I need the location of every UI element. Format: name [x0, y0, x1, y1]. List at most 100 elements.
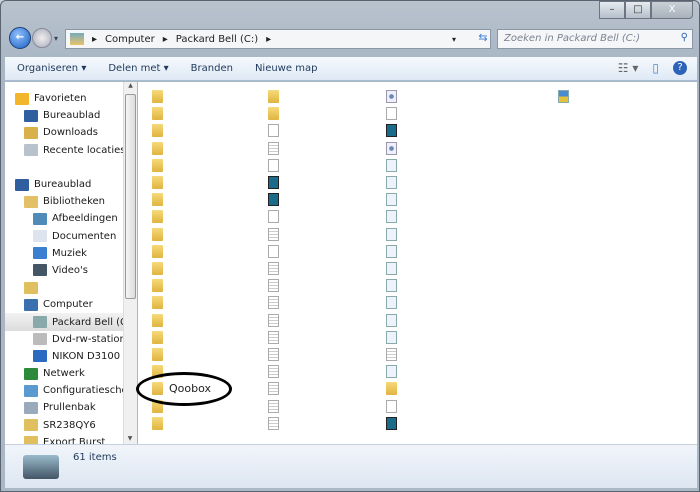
breadcrumb-separator[interactable]: ▸ — [266, 34, 271, 45]
file-item[interactable] — [268, 330, 279, 344]
file-item[interactable] — [152, 279, 163, 293]
file-item[interactable] — [386, 313, 397, 327]
nav-item[interactable]: Bureaublad — [5, 176, 137, 193]
navigation-scrollbar[interactable]: ▲ ▼ — [123, 82, 137, 444]
nav-item[interactable]: Documenten — [5, 228, 137, 245]
file-item[interactable] — [268, 382, 279, 396]
file-item[interactable] — [152, 158, 163, 172]
file-item[interactable] — [268, 399, 279, 413]
file-item[interactable] — [268, 365, 279, 379]
nav-item[interactable]: Export Burst — [5, 434, 137, 444]
back-button[interactable]: ← — [9, 27, 31, 49]
view-options-icon[interactable]: ☷ ▾ — [618, 61, 639, 75]
breadcrumb-drive[interactable]: Packard Bell (C:) — [176, 34, 258, 45]
nav-item[interactable]: Prullenbak — [5, 399, 137, 416]
breadcrumb-computer[interactable]: Computer — [105, 34, 155, 45]
nav-item[interactable]: Configuratiesche — [5, 382, 137, 399]
file-item[interactable] — [152, 124, 163, 138]
file-item[interactable] — [386, 227, 397, 241]
file-item[interactable] — [152, 176, 163, 189]
file-item[interactable] — [152, 296, 163, 310]
file-item[interactable] — [386, 416, 397, 430]
file-item[interactable] — [152, 227, 163, 241]
refresh-icon[interactable]: ⇆ — [473, 29, 493, 49]
nav-item[interactable]: Netwerk — [5, 365, 137, 382]
file-item[interactable] — [152, 330, 163, 344]
nav-item[interactable]: Dvd-rw-station — [5, 331, 137, 348]
nav-item[interactable] — [5, 159, 137, 176]
file-item[interactable] — [268, 107, 279, 121]
file-item[interactable] — [152, 193, 163, 207]
help-icon[interactable]: ? — [673, 61, 687, 75]
nav-item[interactable]: Packard Bell (C — [5, 313, 137, 331]
scroll-down-icon[interactable]: ▼ — [124, 435, 136, 442]
file-item[interactable] — [386, 210, 397, 224]
nav-item[interactable]: Muziek — [5, 245, 137, 262]
file-item[interactable] — [268, 158, 279, 172]
nav-item[interactable]: Afbeeldingen — [5, 210, 137, 227]
file-item[interactable] — [152, 348, 163, 361]
file-item[interactable] — [152, 141, 163, 155]
file-item[interactable] — [268, 416, 279, 430]
nav-item[interactable]: Video's — [5, 262, 137, 279]
close-button[interactable]: X — [651, 1, 693, 19]
share-button[interactable]: Delen met ▾ — [108, 63, 168, 74]
file-item[interactable] — [268, 210, 279, 224]
minimize-button[interactable]: – — [599, 1, 625, 19]
file-item[interactable] — [268, 176, 279, 189]
file-item[interactable] — [268, 227, 279, 241]
file-item[interactable] — [386, 107, 397, 121]
file-item[interactable] — [386, 193, 397, 207]
file-item[interactable] — [268, 279, 279, 293]
file-item[interactable] — [152, 416, 163, 430]
new-folder-button[interactable]: Nieuwe map — [255, 63, 317, 74]
file-item[interactable] — [152, 262, 163, 275]
file-item[interactable] — [386, 262, 397, 275]
file-item[interactable] — [152, 210, 163, 224]
file-item[interactable] — [268, 313, 279, 327]
nav-item[interactable]: Recente locaties — [5, 142, 137, 159]
file-item[interactable] — [386, 244, 397, 258]
address-dropdown-icon[interactable]: ▾ — [452, 35, 456, 44]
burn-button[interactable]: Branden — [191, 63, 233, 74]
nav-item[interactable]: NIKON D3100 ( — [5, 348, 137, 365]
nav-item[interactable]: Downloads — [5, 124, 137, 141]
scrollbar-thumb[interactable] — [125, 94, 136, 299]
file-item[interactable] — [268, 262, 279, 275]
file-item[interactable] — [268, 141, 279, 155]
nav-item[interactable]: Computer — [5, 296, 137, 313]
file-item[interactable] — [386, 382, 397, 396]
file-item[interactable] — [386, 279, 397, 293]
maximize-button[interactable]: □ — [625, 1, 651, 19]
file-item[interactable] — [386, 399, 397, 413]
nav-item[interactable] — [5, 279, 137, 296]
file-item[interactable] — [152, 90, 163, 103]
nav-item[interactable]: Bureaublad — [5, 107, 137, 124]
file-item[interactable] — [152, 107, 163, 121]
organize-button[interactable]: Organiseren ▾ — [17, 63, 86, 74]
search-input[interactable]: Zoeken in Packard Bell (C:) ⚲ — [497, 29, 693, 49]
file-item[interactable] — [386, 90, 397, 103]
file-item[interactable] — [386, 348, 397, 361]
file-item[interactable] — [268, 124, 279, 138]
file-item[interactable] — [558, 90, 569, 103]
scroll-up-icon[interactable]: ▲ — [124, 82, 137, 89]
file-item[interactable] — [386, 330, 397, 344]
address-bar[interactable]: ▸ Computer ▸ Packard Bell (C:) ▸ ▾ — [65, 29, 491, 49]
file-item[interactable] — [152, 244, 163, 258]
file-item[interactable] — [386, 158, 397, 172]
file-item[interactable] — [268, 348, 279, 361]
file-item[interactable] — [386, 176, 397, 189]
file-item[interactable] — [268, 90, 279, 103]
file-item[interactable] — [386, 141, 397, 155]
recent-pages-chevron-icon[interactable]: ▾ — [54, 34, 58, 43]
preview-pane-icon[interactable]: ▯ — [652, 61, 659, 75]
file-item[interactable] — [268, 193, 279, 207]
file-item[interactable] — [268, 244, 279, 258]
file-item[interactable] — [386, 365, 397, 379]
nav-item[interactable]: Bibliotheken — [5, 193, 137, 210]
forward-button[interactable] — [32, 28, 52, 48]
file-item[interactable] — [268, 296, 279, 310]
file-item[interactable] — [386, 124, 397, 138]
nav-item[interactable]: Favorieten — [5, 90, 137, 107]
